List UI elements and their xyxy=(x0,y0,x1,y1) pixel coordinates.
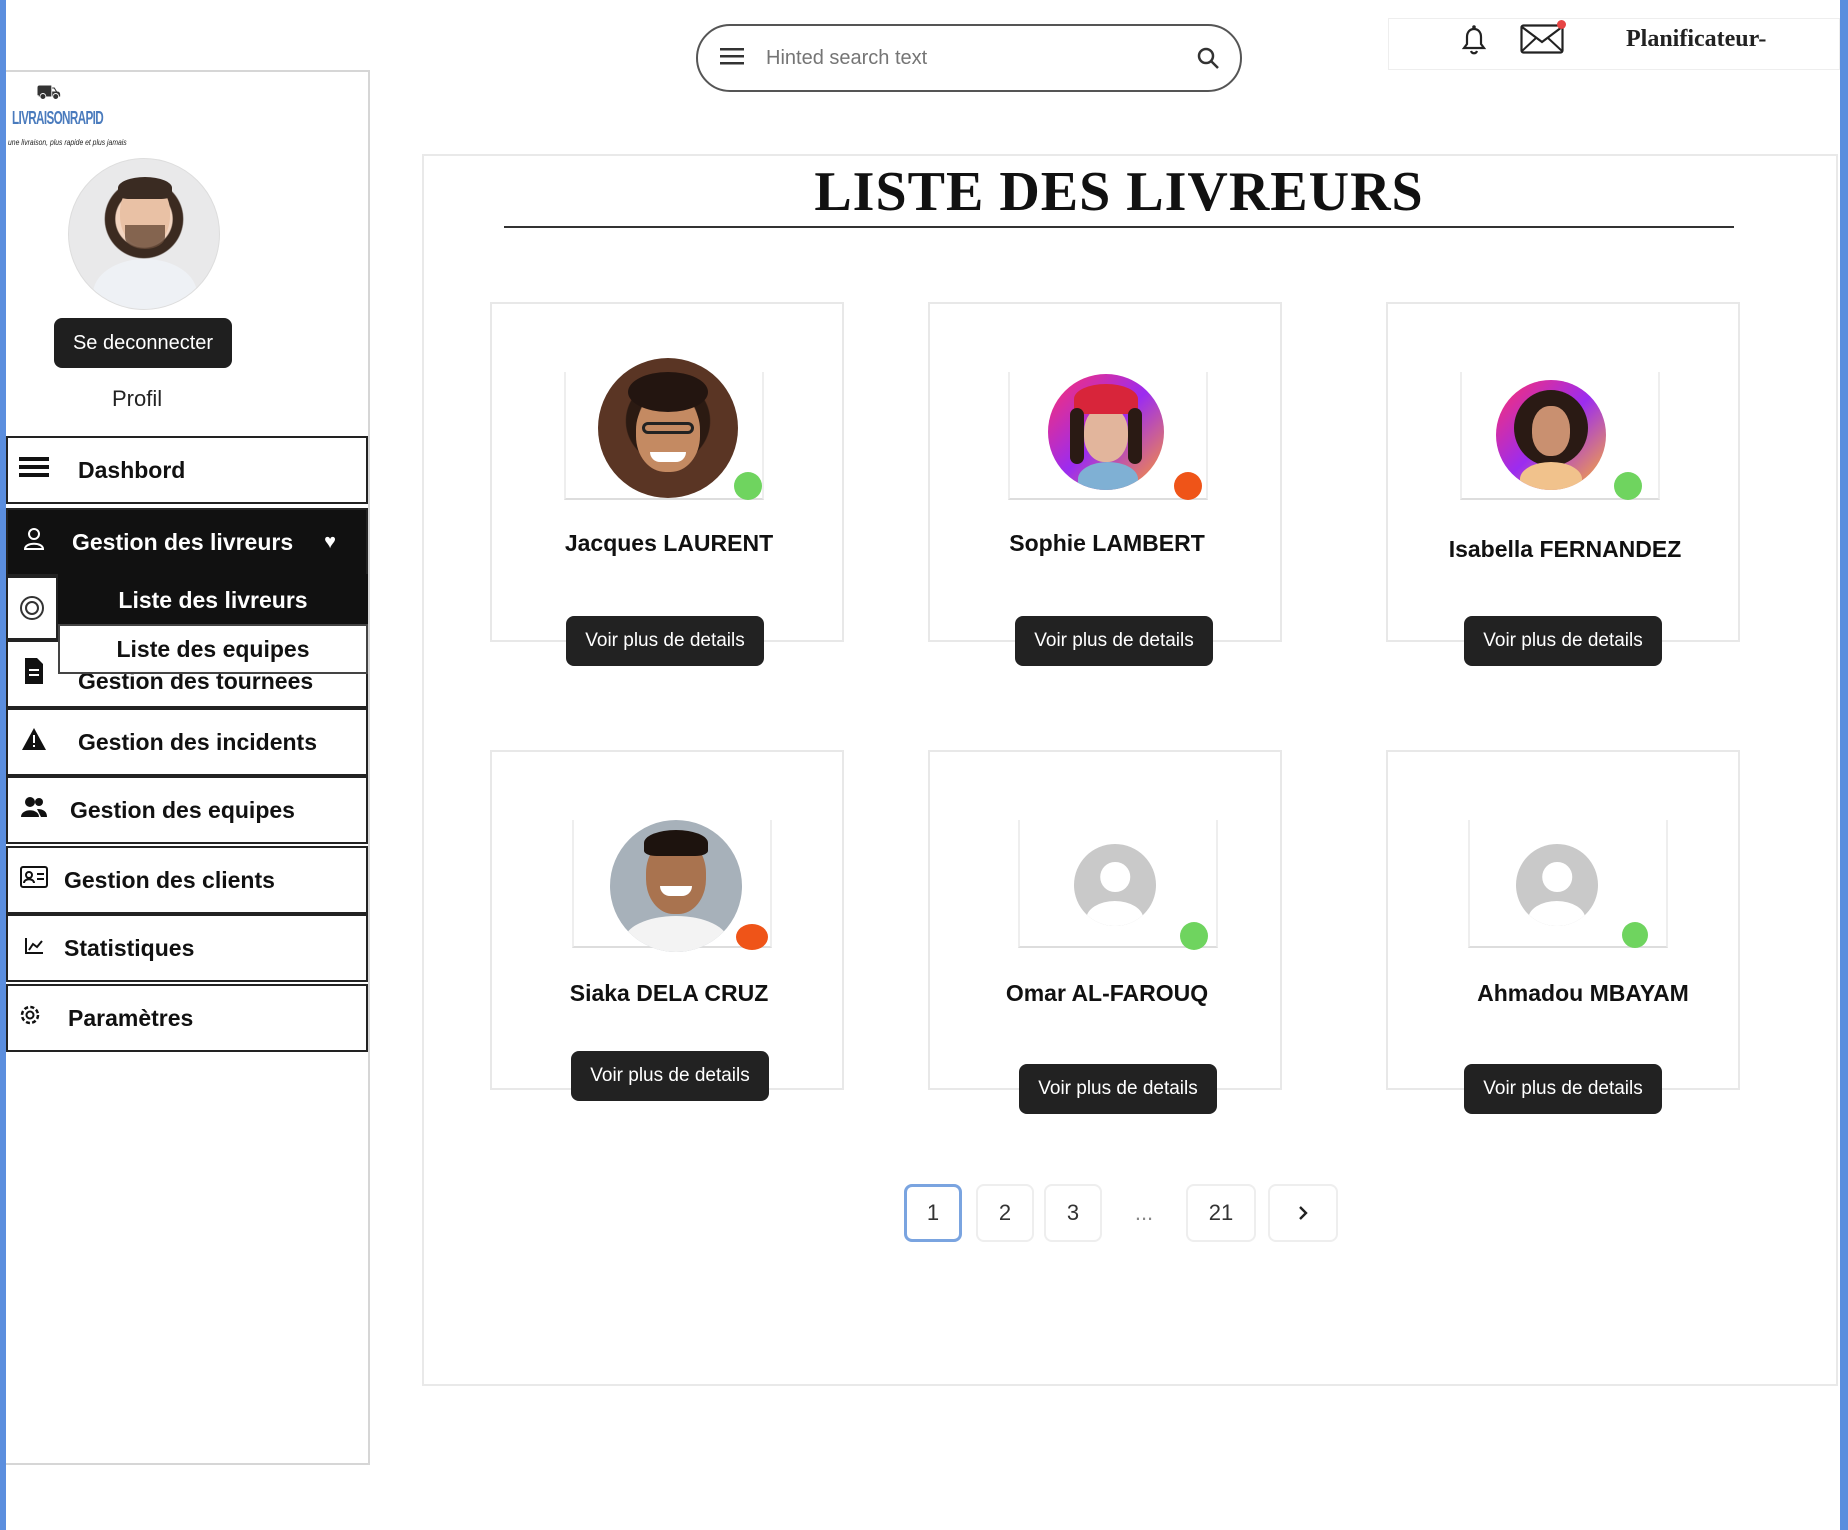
logo-brand-text: LIVRAISONRAPID xyxy=(12,108,104,128)
courier-name: Ahmadou MBAYAM xyxy=(1477,980,1689,1006)
courier-avatar[interactable] xyxy=(610,820,742,952)
sidebar-item-label: Dashbord xyxy=(78,456,186,483)
courier-card: Sophie LAMBERT xyxy=(928,302,1282,642)
courier-name: Sophie LAMBERT xyxy=(1009,530,1205,556)
details-button[interactable]: Voir plus de details xyxy=(1019,1064,1217,1114)
courier-name: Omar AL-FAROUQ xyxy=(1005,980,1209,1006)
app-logo[interactable]: ⛟ LIVRAISONRAPID une livraison, plus rap… xyxy=(8,82,127,154)
badge-icon xyxy=(20,596,44,620)
page-title: LISTE DES LIVREURS xyxy=(814,161,1424,223)
search-input[interactable] xyxy=(766,46,1196,70)
sidebar-item-label: Gestion des livreurs xyxy=(72,528,294,555)
sidebar-item-couriers[interactable]: Gestion des livreurs ♥ xyxy=(6,508,368,576)
user-icon xyxy=(12,527,56,558)
details-button[interactable]: Voir plus de details xyxy=(571,1051,769,1101)
page-button-2[interactable]: 2 xyxy=(976,1184,1034,1242)
details-button[interactable]: Voir plus de details xyxy=(566,616,764,666)
chart-icon xyxy=(12,934,56,962)
heart-caret-icon: ♥ xyxy=(324,530,336,553)
details-button[interactable]: Voir plus de details xyxy=(1015,616,1213,666)
profile-avatar[interactable] xyxy=(68,158,220,310)
courier-name: Isabella FERNANDEZ xyxy=(1448,536,1682,562)
logo-tagline: une livraison, plus rapide et plus jamai… xyxy=(8,138,127,147)
sidebar-item-label: Paramètres xyxy=(68,1004,194,1031)
courier-card: Siaka DELA CRUZ xyxy=(490,750,844,1090)
profile-link[interactable]: Profil xyxy=(112,386,162,412)
status-indicator-busy xyxy=(1174,472,1202,500)
courier-card: Jacques LAURENT xyxy=(490,302,844,642)
sidebar-item-statistics[interactable]: Statistiques xyxy=(6,914,368,982)
document-icon xyxy=(12,657,56,692)
courier-name: Siaka DELA CRUZ xyxy=(569,980,769,1006)
search-icon[interactable] xyxy=(1196,46,1220,70)
team-icon xyxy=(12,795,56,826)
courier-avatar[interactable] xyxy=(598,358,738,498)
details-button[interactable]: Voir plus de details xyxy=(1464,616,1662,666)
gear-icon xyxy=(8,1003,52,1034)
id-card-icon xyxy=(12,865,56,895)
window-frame-right xyxy=(1840,0,1848,1530)
status-indicator-busy xyxy=(736,924,768,950)
courier-name: Jacques LAURENT xyxy=(564,530,774,556)
tours-group-icon-box xyxy=(6,576,58,640)
next-page-button[interactable] xyxy=(1268,1184,1338,1242)
status-indicator-online xyxy=(1180,922,1208,950)
page-ellipsis: ... xyxy=(1124,1184,1164,1242)
sidebar-item-label: Gestion des equipes xyxy=(70,796,295,823)
status-indicator-online xyxy=(1622,922,1648,948)
courier-card: Isabella FERNANDEZ xyxy=(1386,302,1740,642)
user-role-menu[interactable]: Planificateur- xyxy=(1626,26,1766,53)
courier-avatar[interactable] xyxy=(1048,374,1164,490)
mail-icon[interactable] xyxy=(1520,20,1566,59)
sidebar-item-teams[interactable]: Gestion des equipes xyxy=(6,776,368,844)
status-indicator-online xyxy=(1614,472,1642,500)
bell-icon[interactable] xyxy=(1456,22,1492,63)
logout-button[interactable]: Se deconnecter xyxy=(54,318,232,368)
default-avatar-icon[interactable] xyxy=(1074,844,1156,926)
sidebar-item-dashboard[interactable]: Dashbord xyxy=(6,436,368,504)
page-button-21[interactable]: 21 xyxy=(1186,1184,1256,1242)
courier-avatar[interactable] xyxy=(1496,380,1606,490)
sidebar-item-label: Gestion des incidents xyxy=(78,728,317,755)
title-divider xyxy=(504,226,1734,228)
search-bar[interactable] xyxy=(696,24,1242,92)
chevron-right-icon xyxy=(1299,1206,1308,1220)
menu-icon xyxy=(12,456,56,485)
default-avatar-icon[interactable] xyxy=(1516,844,1598,926)
page-button-3[interactable]: 3 xyxy=(1044,1184,1102,1242)
sidebar-item-label: Statistiques xyxy=(64,934,195,961)
sidebar-item-settings[interactable]: Paramètres xyxy=(6,984,368,1052)
courier-card: Omar AL-FAROUQ xyxy=(928,750,1282,1090)
mail-notification-dot xyxy=(1557,20,1566,29)
status-indicator-online xyxy=(734,472,762,500)
warning-icon xyxy=(12,727,56,758)
sidebar-item-incidents[interactable]: Gestion des incidents xyxy=(6,708,368,776)
truck-icon: ⛟ xyxy=(36,82,62,104)
submenu-item-team-list[interactable]: Liste des equipes xyxy=(58,624,368,674)
submenu-item-courier-list[interactable]: Liste des livreurs xyxy=(58,574,368,626)
sidebar-item-label: Gestion des clients xyxy=(64,866,275,893)
sidebar-item-clients[interactable]: Gestion des clients xyxy=(6,846,368,914)
courier-card: Ahmadou MBAYAM xyxy=(1386,750,1740,1090)
details-button[interactable]: Voir plus de details xyxy=(1464,1064,1662,1114)
page-button-1[interactable]: 1 xyxy=(904,1184,962,1242)
search-menu-icon[interactable] xyxy=(720,44,750,72)
